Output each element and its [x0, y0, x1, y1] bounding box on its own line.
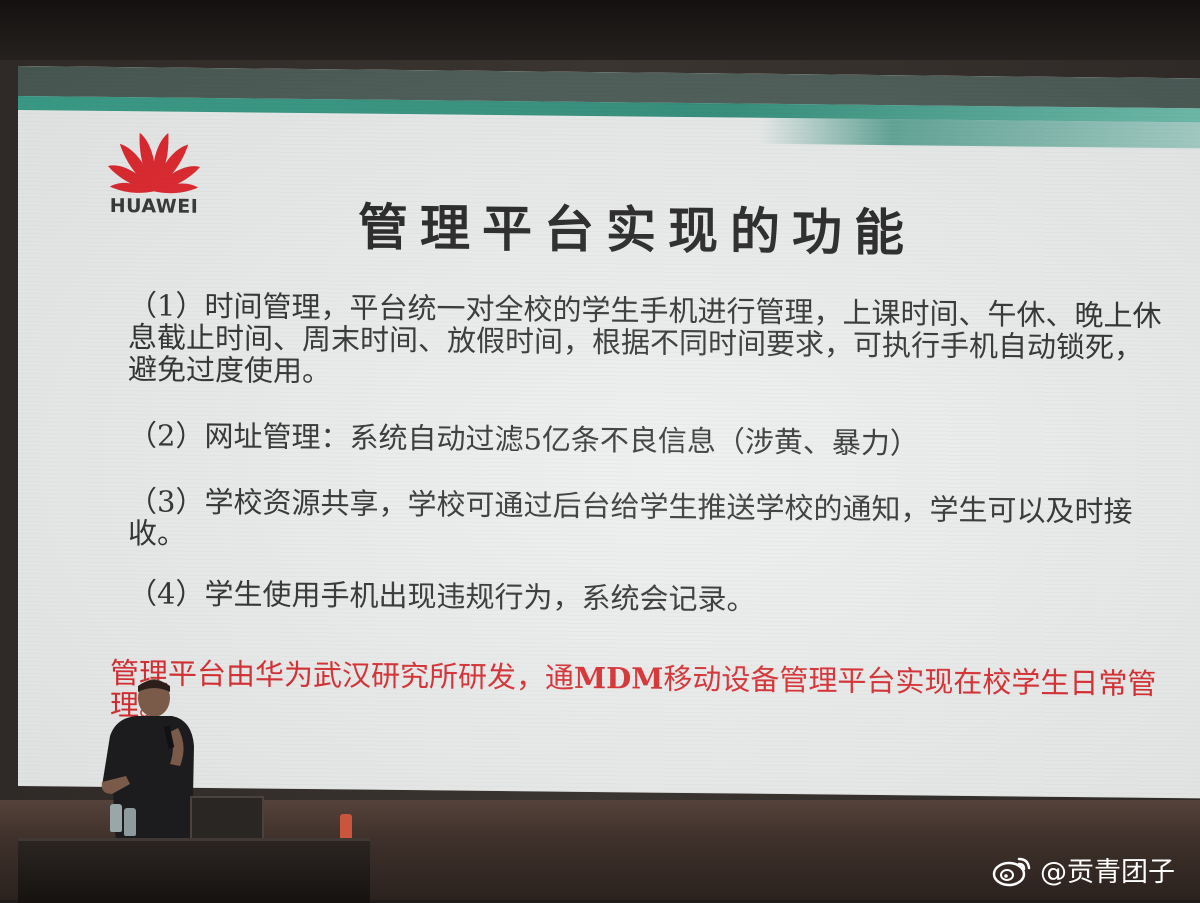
podium — [18, 838, 370, 903]
podium-monitor — [190, 796, 264, 840]
watermark-text: @贡青团子 — [1040, 857, 1175, 888]
note-mdm: MDM — [574, 660, 664, 696]
huawei-flower-icon — [107, 132, 201, 194]
weibo-icon — [992, 857, 1031, 886]
huawei-logo: HUAWEI — [92, 129, 216, 230]
water-bottle — [124, 808, 136, 836]
feature-list: （1）时间管理，平台统一对全校的学生手机进行管理，上课时间、午休、晚上休息截止时… — [128, 288, 1178, 617]
feature-item-url-management: （2）网址管理：系统自动过滤5亿条不良信息（涉黄、暴力） — [128, 418, 919, 461]
feature-item-resource-sharing: （3）学校资源共享，学校可通过后台给学生推送学校的通知，学生可以及时接收。 — [128, 484, 1133, 551]
weibo-watermark: @贡青团子 — [992, 850, 1175, 889]
slide-header-highlight — [760, 117, 1200, 149]
feature-item-violation-record: （4）学生使用手机出现违规行为，系统会记录。 — [128, 576, 756, 617]
slide-title: 管理平台实现的功能 — [358, 197, 916, 263]
feature-item-time-management: （1）时间管理，平台统一对全校的学生手机进行管理，上课时间、午休、晚上休息截止时… — [128, 288, 1162, 389]
water-bottle — [110, 804, 122, 832]
logo-text: HUAWEI — [109, 194, 199, 218]
development-note: 管理平台由华为武汉研究所研发，通MDM移动设备管理平台实现在校学生日常管理。 — [110, 656, 1160, 732]
